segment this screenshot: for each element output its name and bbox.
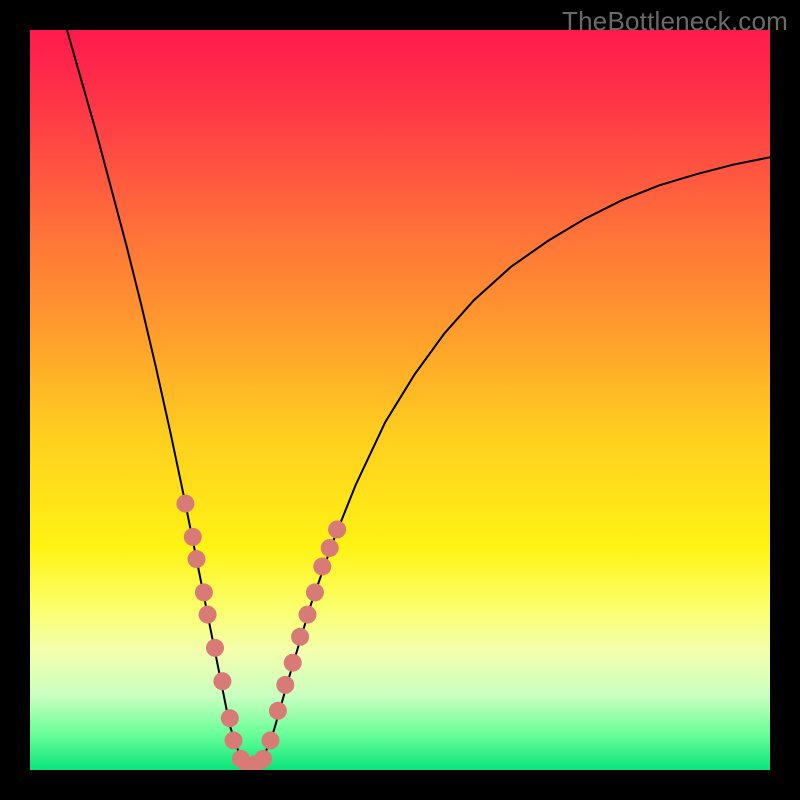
watermark-text: TheBottleneck.com — [562, 6, 788, 37]
marker-dot — [188, 550, 206, 568]
marker-dot — [221, 709, 239, 727]
marker-dot — [254, 750, 272, 768]
marker-dot — [291, 628, 309, 646]
plot-area — [30, 30, 770, 770]
marker-dot — [299, 606, 317, 624]
marker-dot — [328, 521, 346, 539]
marker-dot — [213, 672, 231, 690]
marker-dot — [269, 702, 287, 720]
marker-dot — [225, 731, 243, 749]
marker-dot — [313, 558, 331, 576]
marker-dot — [184, 528, 202, 546]
marker-dot — [195, 583, 213, 601]
marker-dot — [176, 495, 194, 513]
chart-frame: TheBottleneck.com — [0, 0, 800, 800]
marker-dot — [206, 639, 224, 657]
marker-dot — [306, 583, 324, 601]
marker-dot — [262, 731, 280, 749]
marker-dot — [199, 606, 217, 624]
marker-dot — [321, 539, 339, 557]
bottleneck-chart — [30, 30, 770, 770]
marker-dot — [276, 676, 294, 694]
marker-dot — [284, 654, 302, 672]
